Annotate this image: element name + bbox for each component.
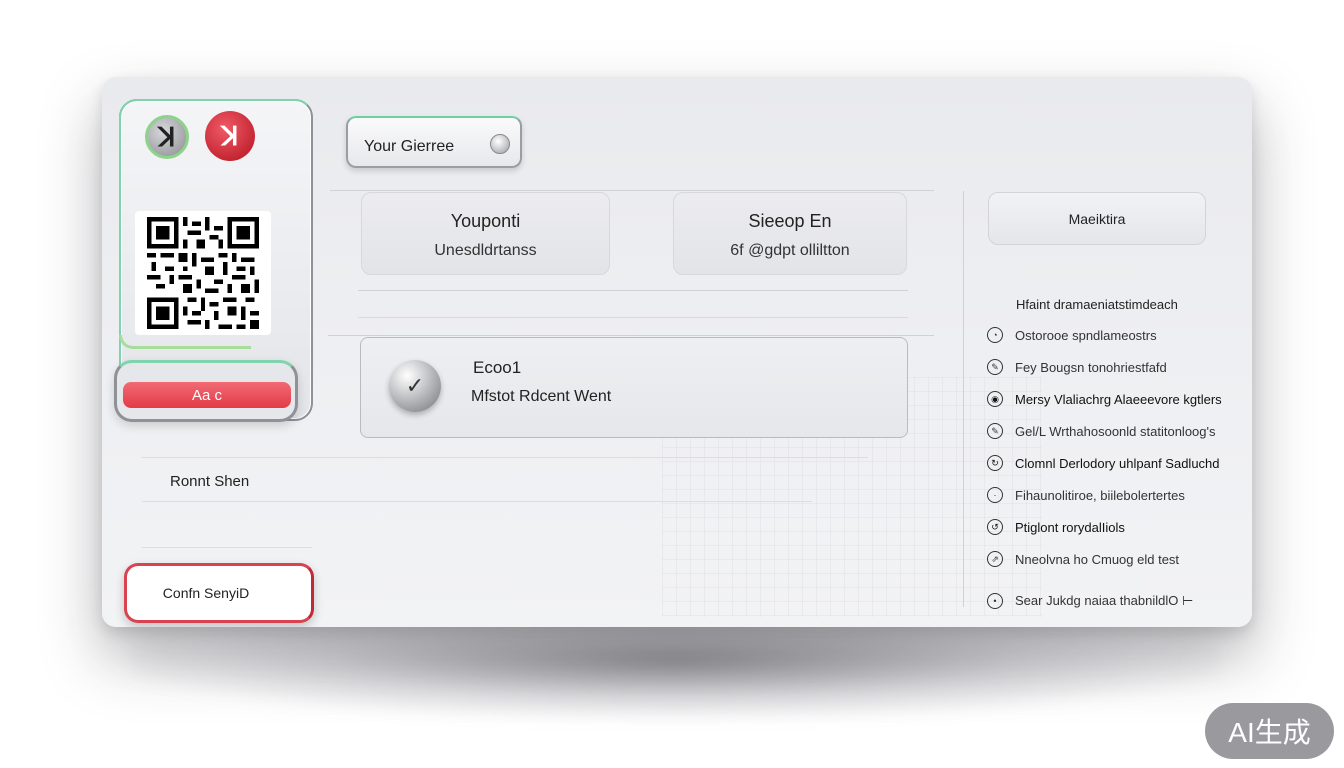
- vertical-divider: [963, 191, 964, 607]
- list-item[interactable]: ↻ Clomnl Derlodory uhlpanf Sadluchd: [987, 447, 1227, 479]
- tile-title: Youponti: [450, 211, 521, 231]
- list-item-label: Nneolvna ho Cmuog eld test: [1015, 551, 1180, 567]
- qr-code-icon: [147, 217, 259, 329]
- confirm-button-frame: Confn SenyiD: [124, 563, 314, 623]
- divider: [358, 290, 908, 291]
- list-item-label: Gel/L Wrthahosoonld statitonloog's: [1015, 423, 1216, 439]
- tile-subtitle: 6f @gdpt olliltton: [730, 242, 850, 259]
- divider: [142, 547, 312, 548]
- list-item-label: Mersy Vlaliachrg Alaeeevore kgtlers: [1015, 391, 1222, 407]
- feature-list: ◔ Ostorooe spndlameostrs ✎ Fey Bougsn tono…: [987, 319, 1227, 617]
- list-item[interactable]: ✎ Gel/L Wrthahosoonld statitonloog's: [987, 415, 1227, 447]
- list-item[interactable]: · Fihaunolitiroe, biilebolertertes: [987, 479, 1227, 511]
- list-item-label: Sear Jukdg naiaa thabnildlO ⊢: [1015, 593, 1194, 608]
- info-icon: ·: [987, 487, 1003, 503]
- divider: [142, 501, 812, 502]
- divider: [142, 457, 868, 458]
- tile-subtitle: Unesdldrtanss: [434, 242, 537, 259]
- clock-icon: ◔: [987, 327, 1003, 343]
- list-item[interactable]: ↺ Ptiglont rorydalIiols: [987, 511, 1227, 543]
- search-pill[interactable]: Your Gierree: [346, 116, 522, 168]
- list-item-label: Fihaunolitiroe, biilebolertertes: [1015, 487, 1185, 503]
- ai-generated-watermark: AI生成: [1205, 703, 1334, 759]
- qr-code: [135, 211, 271, 335]
- search-pill-label: Your Gierree: [364, 138, 455, 155]
- right-panel-button[interactable]: Maeiktira: [988, 192, 1206, 245]
- history-icon: ↺: [987, 519, 1003, 535]
- status-card-title: Ecoo1: [473, 358, 522, 377]
- list-item-label: Fey Bougsn tonohriestfafd: [1015, 359, 1167, 375]
- panel-accent: [119, 335, 251, 349]
- refresh-icon: ↻: [987, 455, 1003, 471]
- list-heading: Hfaint dramaeniatstimdeach: [1016, 297, 1178, 312]
- list-item[interactable]: ⇗ Nneolvna ho Cmuog eld test: [987, 543, 1227, 575]
- primary-action-button[interactable]: Aa c: [123, 382, 291, 408]
- list-item-label: Ptiglont rorydalIiols: [1015, 519, 1125, 535]
- divider: [330, 190, 934, 191]
- status-card-subtitle: Mfstot Rdcent Went: [471, 388, 612, 405]
- tile-title: Sieeop En: [748, 211, 832, 231]
- edit-icon: ✎: [987, 423, 1003, 439]
- section-label: Ronnt Shen: [170, 473, 250, 490]
- status-card[interactable]: ✓ Ecoo1 Mfstot Rdcent Went: [360, 337, 908, 438]
- list-item[interactable]: • Sear Jukdg naiaa thabnildlO ⊢: [987, 585, 1227, 617]
- divider: [358, 317, 908, 318]
- list-item[interactable]: ✎ Fey Bougsn tonohriestfafd: [987, 351, 1227, 383]
- list-item-label: Ostorooe spndlameostrs: [1015, 327, 1157, 343]
- list-item[interactable]: ◉ Mersy Vlaliachrg Alaeeevore kgtlers: [987, 383, 1227, 415]
- brand-logo-icon[interactable]: ꓘ: [145, 115, 189, 159]
- info-tile[interactable]: Sieeop En 6f @gdpt olliltton: [673, 192, 907, 275]
- confirm-button[interactable]: Confn SenyiD: [131, 570, 281, 616]
- main-card: ꓘ ꓘ Aa c Your Gierree Youponti Unesdldrt…: [102, 77, 1252, 627]
- dot-icon: •: [987, 593, 1003, 609]
- toggle-knob-icon[interactable]: [490, 134, 510, 154]
- list-item[interactable]: ◔ Ostorooe spndlameostrs: [987, 319, 1227, 351]
- pencil-icon: ✎: [987, 359, 1003, 375]
- info-tile[interactable]: Youponti Unesdldrtanss: [361, 192, 610, 275]
- divider: [328, 335, 934, 336]
- target-icon: ◉: [987, 391, 1003, 407]
- brand-logo-red-icon[interactable]: ꓘ: [205, 111, 255, 161]
- action-button-frame: Aa c: [114, 360, 298, 422]
- share-icon: ⇗: [987, 551, 1003, 567]
- list-item-label: Clomnl Derlodory uhlpanf Sadluchd: [1015, 455, 1220, 471]
- check-badge-icon: ✓: [389, 360, 441, 412]
